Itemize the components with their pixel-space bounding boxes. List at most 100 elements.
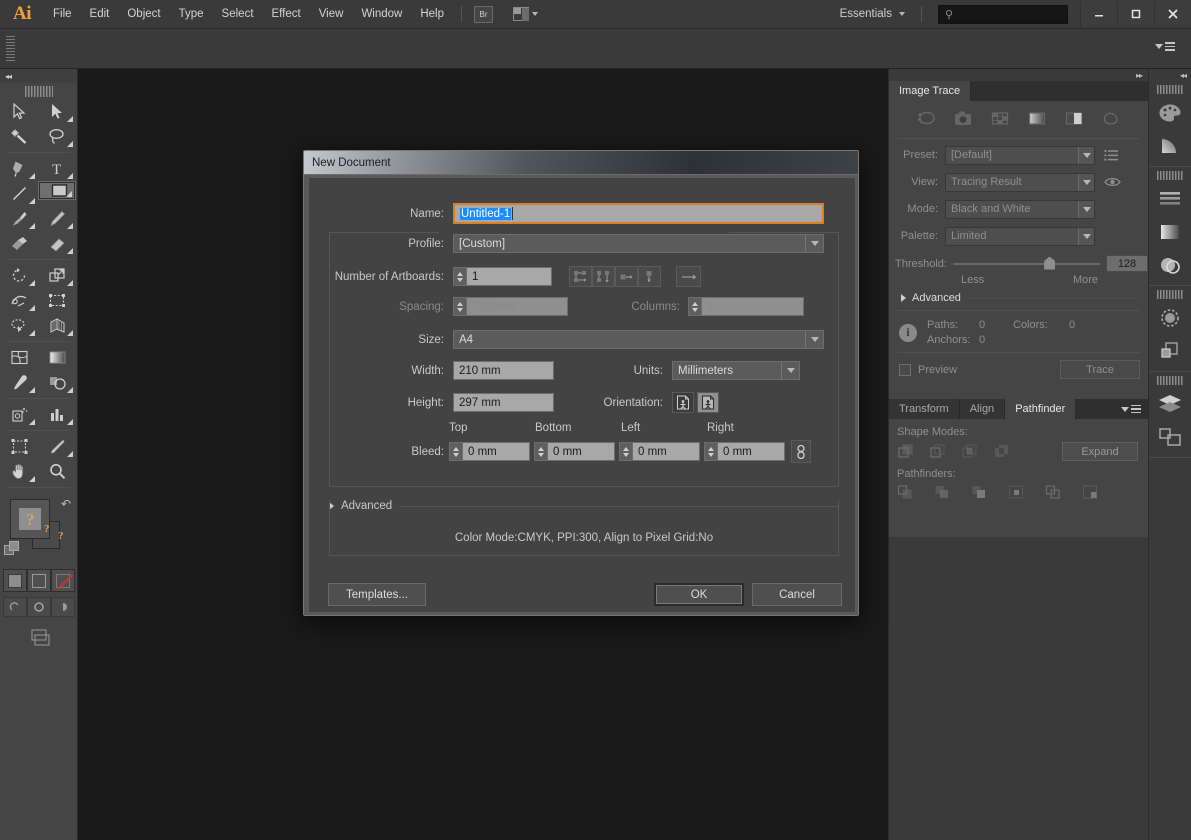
hand-tool[interactable] <box>0 459 38 484</box>
blend-tool[interactable] <box>38 370 76 395</box>
dock-group-grip-3[interactable] <box>1157 290 1183 299</box>
dialog-title-bar[interactable]: New Document <box>304 151 858 175</box>
pathfinder-panel-menu-icon[interactable] <box>1121 404 1141 414</box>
artboards-icon[interactable] <box>1149 420 1191 453</box>
minus-back-icon[interactable] <box>1082 484 1100 502</box>
lasso-tool[interactable] <box>38 124 76 149</box>
threshold-slider-thumb[interactable] <box>1044 256 1056 270</box>
bleed-bottom-input[interactable]: 0 mm <box>547 442 615 461</box>
threshold-slider[interactable] <box>952 256 1100 270</box>
gradient-tool[interactable] <box>38 345 76 370</box>
brushes-icon[interactable] <box>1149 182 1191 215</box>
menu-file[interactable]: File <box>44 0 81 29</box>
auto-color-icon[interactable] <box>916 110 936 130</box>
bleed-top-stepper[interactable] <box>449 442 462 461</box>
dock-group-grip-2[interactable] <box>1157 171 1183 180</box>
gradient-icon[interactable] <box>1149 215 1191 248</box>
eyedropper-tool[interactable] <box>0 370 38 395</box>
tools-panel-grip[interactable] <box>24 86 53 97</box>
arrange-by-column-icon[interactable] <box>638 266 661 287</box>
paintbrush-tool[interactable] <box>0 206 38 231</box>
chevron-down-icon[interactable] <box>1078 173 1094 191</box>
free-transform-tool[interactable] <box>38 288 76 313</box>
palette-dropdown[interactable]: Limited <box>945 226 1095 246</box>
right-panel-collapse-bar[interactable]: ▸▸ <box>889 69 1148 81</box>
image-trace-advanced-toggle[interactable]: Advanced <box>889 292 1148 304</box>
low-color-icon[interactable] <box>990 110 1010 130</box>
high-color-icon[interactable] <box>953 110 973 130</box>
preset-menu-icon[interactable] <box>1104 149 1119 162</box>
workspace-switcher[interactable]: Essentials <box>832 8 913 20</box>
bleed-right-stepper[interactable] <box>704 442 717 461</box>
bleed-left-input[interactable]: 0 mm <box>632 442 700 461</box>
default-fill-stroke-icon[interactable] <box>4 541 20 557</box>
menu-edit[interactable]: Edit <box>81 0 119 29</box>
chevron-down-icon[interactable] <box>1078 146 1094 164</box>
column-graph-tool[interactable] <box>38 402 76 427</box>
width-input[interactable]: 210 mm <box>453 361 554 380</box>
bleed-right-input[interactable]: 0 mm <box>717 442 785 461</box>
slice-tool[interactable] <box>38 434 76 459</box>
tab-align[interactable]: Align <box>959 399 1006 419</box>
height-input[interactable]: 297 mm <box>453 393 554 412</box>
templates-button[interactable]: Templates... <box>328 583 426 606</box>
menu-help[interactable]: Help <box>411 0 453 29</box>
link-bleed-values-icon[interactable] <box>791 440 811 463</box>
unite-icon[interactable] <box>897 443 915 461</box>
color-button[interactable] <box>2 569 27 592</box>
draw-behind-button[interactable] <box>26 597 51 617</box>
perspective-grid-tool[interactable] <box>38 313 76 338</box>
bridge-icon[interactable]: Br <box>474 5 493 23</box>
chevron-down-icon[interactable] <box>1078 200 1094 218</box>
spacing-stepper[interactable] <box>453 297 466 316</box>
transparency-icon[interactable] <box>1149 248 1191 281</box>
columns-stepper[interactable] <box>688 297 701 316</box>
draw-inside-button[interactable] <box>50 597 75 617</box>
layers-icon[interactable] <box>1149 387 1191 420</box>
divide-icon[interactable] <box>897 484 915 502</box>
collapse-to-icons-icon[interactable]: ▸▸ <box>1136 71 1143 80</box>
merge-icon[interactable] <box>971 484 989 502</box>
menu-select[interactable]: Select <box>213 0 263 29</box>
preview-checkbox[interactable] <box>899 363 911 376</box>
control-panel-menu-icon[interactable] <box>1155 42 1175 51</box>
outline-pf-icon[interactable] <box>1045 484 1063 502</box>
intersect-icon[interactable] <box>961 443 979 461</box>
symbol-sprayer-tool[interactable] <box>0 402 38 427</box>
threshold-value-input[interactable]: 128 <box>1106 255 1148 272</box>
draw-normal-button[interactable] <box>2 597 27 617</box>
dock-group-grip-4[interactable] <box>1157 376 1183 385</box>
bleed-left-stepper[interactable] <box>619 442 632 461</box>
minus-front-icon[interactable] <box>929 443 947 461</box>
orientation-portrait-button[interactable] <box>672 392 694 413</box>
chevron-down-icon[interactable] <box>805 331 823 348</box>
black-and-white-icon[interactable] <box>1064 110 1084 130</box>
trim-icon[interactable] <box>934 484 952 502</box>
close-button[interactable] <box>1154 1 1191 27</box>
tab-pathfinder[interactable]: Pathfinder <box>1005 399 1077 419</box>
width-tool[interactable] <box>0 288 38 313</box>
arrange-by-row-icon[interactable] <box>615 266 638 287</box>
spacing-input[interactable]: 7,06 mm <box>466 297 568 316</box>
pencil-tool[interactable] <box>38 206 76 231</box>
outline-icon[interactable] <box>1101 110 1121 130</box>
grid-by-column-icon[interactable] <box>592 266 615 287</box>
columns-input[interactable]: 1 <box>701 297 804 316</box>
maximize-button[interactable] <box>1117 1 1154 27</box>
magic-wand-tool[interactable] <box>0 124 38 149</box>
shape-builder-tool[interactable] <box>0 313 38 338</box>
menu-window[interactable]: Window <box>352 0 411 29</box>
mesh-tool[interactable] <box>0 345 38 370</box>
line-segment-tool[interactable] <box>0 181 38 206</box>
menu-effect[interactable]: Effect <box>263 0 310 29</box>
tools-panel-header[interactable]: ◂◂ <box>0 69 77 83</box>
rectangle-tool[interactable] <box>38 181 76 200</box>
menu-object[interactable]: Object <box>118 0 169 29</box>
arrange-documents-button[interactable] <box>513 7 538 21</box>
type-tool[interactable]: T <box>38 156 76 181</box>
view-dropdown[interactable]: Tracing Result <box>945 172 1095 192</box>
profile-dropdown[interactable]: [Custom] <box>453 234 824 253</box>
chevron-down-icon[interactable] <box>1078 227 1094 245</box>
stroke-icon[interactable] <box>1149 301 1191 334</box>
chevron-down-icon[interactable] <box>781 362 799 379</box>
